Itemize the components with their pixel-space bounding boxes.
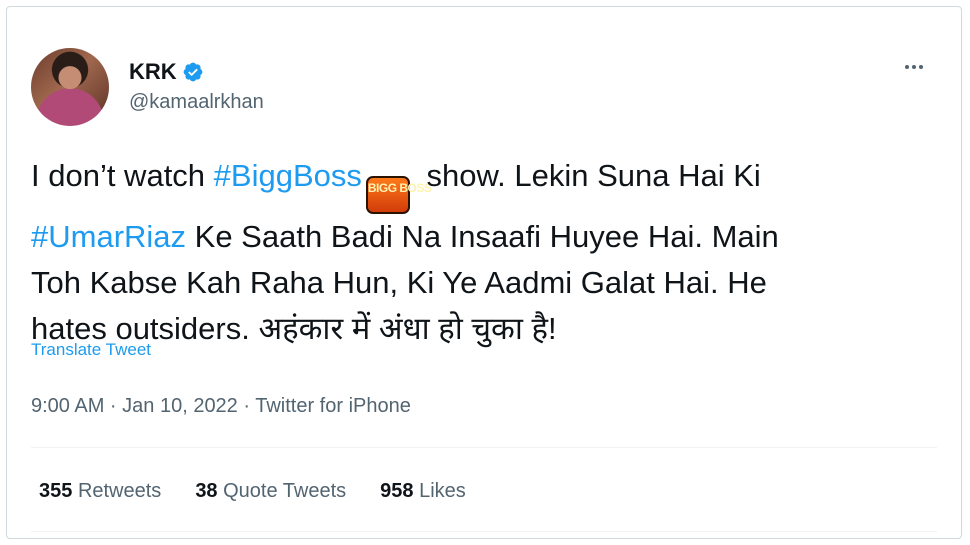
tweet-meta[interactable]: 9:00 AM · Jan 10, 2022 · Twitter for iPh… [31,392,411,420]
retweets-count: 355 [39,480,73,502]
retweets-stat[interactable]: 355 Retweets [39,477,161,505]
hashtag-biggboss[interactable]: #BiggBoss [214,158,362,193]
more-dot [905,65,909,69]
avatar[interactable] [31,48,109,126]
more-dot [919,65,923,69]
tweet-line-2: #UmarRiaz Ke Saath Badi Na Insaafi Huyee… [31,214,951,260]
divider [31,447,937,448]
quote-tweets-count: 38 [195,480,218,502]
quote-tweets-label: Quote Tweets [223,480,347,502]
author-names: KRK @kamaalrkhan [129,58,264,116]
display-name-row[interactable]: KRK [129,58,264,86]
likes-count: 958 [380,480,414,502]
tweet-stats: 355 Retweets 38 Quote Tweets 958 Likes [39,477,466,505]
quote-tweets-stat[interactable]: 38 Quote Tweets [195,477,346,505]
tweet-text-segment: Ke Saath Badi Na Insaafi Huyee Hai. Main [186,219,779,254]
tweet-text-segment: show. Lekin Suna Hai Ki [417,158,761,193]
user-handle[interactable]: @kamaalrkhan [129,88,264,116]
tweet-text: I don’t watch #BiggBoss BIGG BOSS show. L… [31,153,951,352]
tweet-card: KRK @kamaalrkhan I don’t watch #BiggBoss… [6,6,962,539]
hashtag-umarriaz[interactable]: #UmarRiaz [31,219,186,254]
tweet-line-4: hates outsiders. अहंकार में अंधा हो चुका… [31,311,557,346]
tweet-header: KRK @kamaalrkhan [31,47,264,127]
tweet-text-segment: I don’t watch [31,158,214,193]
retweets-label: Retweets [77,480,162,502]
more-options-icon[interactable] [899,57,929,77]
biggboss-hashflag-icon: BIGG BOSS [365,176,432,214]
more-dot [912,65,916,69]
translate-tweet-link[interactable]: Translate Tweet [31,338,151,362]
likes-stat[interactable]: 958 Likes [380,477,466,505]
verified-badge-icon [183,62,203,82]
display-name[interactable]: KRK [129,58,177,86]
divider [31,531,937,532]
likes-label: Likes [419,480,466,502]
tweet-line-3: Toh Kabse Kah Raha Hun, Ki Ye Aadmi Gala… [31,265,767,300]
tweet-line-1: I don’t watch #BiggBoss BIGG BOSS show. L… [31,153,951,214]
